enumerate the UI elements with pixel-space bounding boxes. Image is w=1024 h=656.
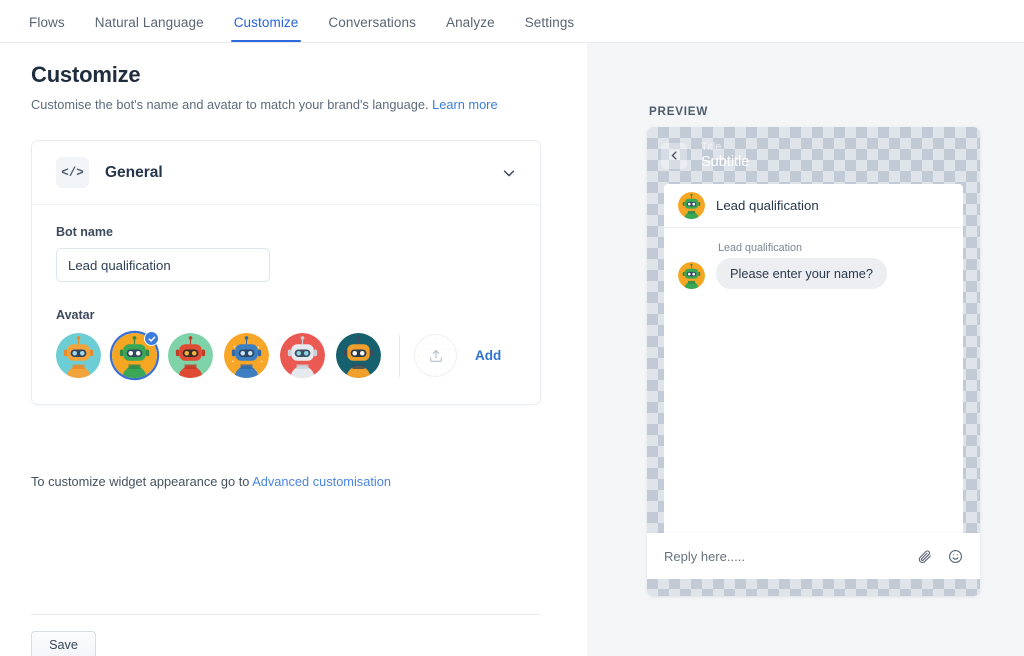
avatar-robot-teal-image	[56, 333, 101, 378]
message-row: Please enter your name?	[678, 258, 949, 289]
avatar-robot-blue[interactable]	[224, 333, 269, 378]
bot-avatar	[678, 192, 705, 219]
avatar-robot-teal[interactable]	[56, 333, 101, 378]
avatar-robot-dark-image	[336, 333, 381, 378]
chevron-down-icon[interactable]	[502, 166, 516, 180]
top-navigation: FlowsNatural LanguageCustomizeConversati…	[0, 0, 1024, 43]
tab-natural-language[interactable]: Natural Language	[80, 15, 219, 42]
tab-flows[interactable]: Flows	[14, 15, 80, 42]
message-block: Lead qualification Please enter your nam…	[664, 228, 963, 289]
chat-header: Lead qualification	[664, 184, 963, 228]
avatar-options: Add	[56, 333, 516, 378]
avatar-robot-dark[interactable]	[336, 333, 381, 378]
general-card-title: General	[105, 164, 502, 182]
tab-settings[interactable]: Settings	[510, 15, 590, 42]
upload-avatar-button[interactable]	[414, 334, 457, 377]
preview-label: PREVIEW	[649, 105, 708, 118]
page-title: Customize	[31, 62, 587, 88]
reply-bar[interactable]: Reply here.....	[647, 533, 980, 579]
smiley-icon[interactable]	[948, 549, 963, 564]
chat-bot-name: Lead qualification	[716, 198, 819, 213]
chat-widget-preview: Title Subtitle Lead qualification Lead q…	[647, 127, 980, 596]
avatar-robot-white[interactable]	[280, 333, 325, 378]
preview-pane: PREVIEW Title Subtitle	[587, 43, 1024, 656]
save-area: Save	[31, 614, 541, 656]
message-sender: Lead qualification	[718, 242, 949, 254]
nav-tabs: FlowsNatural LanguageCustomizeConversati…	[0, 0, 589, 42]
reply-input[interactable]: Reply here.....	[664, 549, 917, 564]
customize-page: FlowsNatural LanguageCustomizeConversati…	[0, 0, 1024, 656]
avatar-robot-white-image	[280, 333, 325, 378]
general-card-header[interactable]: </> General	[32, 141, 540, 205]
general-card: </> General Bot name Avatar	[31, 140, 541, 405]
footer-note: To customize widget appearance go to Adv…	[31, 474, 391, 489]
page-subtitle-text: Customise the bot's name and avatar to m…	[31, 97, 429, 112]
widget-titles: Title Subtitle	[701, 141, 749, 170]
tab-customize[interactable]: Customize	[219, 15, 314, 42]
chat-panel: Lead qualification Lead qualification Pl…	[664, 184, 963, 542]
settings-pane: Customize Customise the bot's name and a…	[0, 43, 587, 656]
page-subtitle: Customise the bot's name and avatar to m…	[31, 97, 587, 112]
advanced-customisation-link[interactable]: Advanced customisation	[252, 474, 391, 489]
bot-name-input[interactable]	[56, 248, 270, 282]
widget-header: Title Subtitle	[647, 127, 980, 184]
code-icon: </>	[56, 157, 89, 188]
footer-note-text: To customize widget appearance go to	[31, 474, 252, 489]
tab-conversations[interactable]: Conversations	[313, 15, 431, 42]
bot-name-label: Bot name	[56, 225, 516, 239]
chevron-left-icon	[669, 150, 680, 161]
widget-subtitle: Subtitle	[701, 154, 749, 170]
message-avatar	[678, 262, 705, 289]
avatar-robot-red-image	[168, 333, 213, 378]
paperclip-icon[interactable]	[917, 549, 932, 564]
message-bubble: Please enter your name?	[716, 258, 887, 289]
add-avatar-link[interactable]: Add	[475, 348, 501, 363]
upload-icon	[428, 348, 444, 364]
save-button[interactable]: Save	[31, 631, 96, 656]
general-card-body: Bot name Avatar	[32, 205, 540, 404]
avatar-divider	[399, 335, 400, 377]
learn-more-link[interactable]: Learn more	[432, 97, 497, 112]
reply-actions	[917, 549, 963, 564]
avatar-selected-check-icon	[144, 331, 159, 346]
save-divider	[31, 614, 541, 615]
back-button[interactable]	[661, 143, 687, 169]
widget-title: Title	[701, 141, 749, 153]
avatar-label: Avatar	[56, 308, 516, 322]
tab-analyze[interactable]: Analyze	[431, 15, 510, 42]
avatar-robot-blue-image	[224, 333, 269, 378]
avatar-robot-green[interactable]	[112, 333, 157, 378]
avatar-robot-red[interactable]	[168, 333, 213, 378]
